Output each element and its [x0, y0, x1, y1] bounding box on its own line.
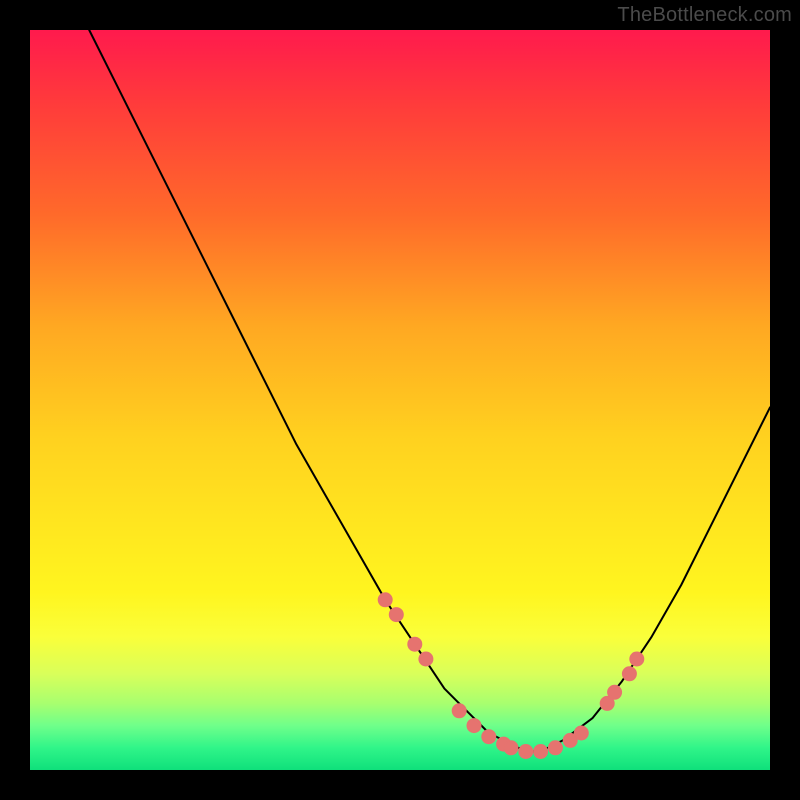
marker-point — [419, 652, 433, 666]
chart-frame: TheBottleneck.com — [0, 0, 800, 800]
marker-point — [622, 667, 636, 681]
marker-point — [548, 741, 562, 755]
marker-point — [504, 741, 518, 755]
marker-point — [467, 719, 481, 733]
marker-group — [378, 593, 644, 759]
marker-point — [408, 637, 422, 651]
marker-point — [378, 593, 392, 607]
marker-point — [452, 704, 466, 718]
chart-svg — [30, 30, 770, 770]
marker-point — [630, 652, 644, 666]
marker-point — [574, 726, 588, 740]
watermark-text: TheBottleneck.com — [617, 4, 792, 27]
marker-point — [608, 685, 622, 699]
marker-point — [389, 608, 403, 622]
bottleneck-curve — [89, 30, 770, 752]
marker-point — [519, 745, 533, 759]
marker-point — [534, 745, 548, 759]
marker-point — [482, 730, 496, 744]
plot-area — [30, 30, 770, 770]
